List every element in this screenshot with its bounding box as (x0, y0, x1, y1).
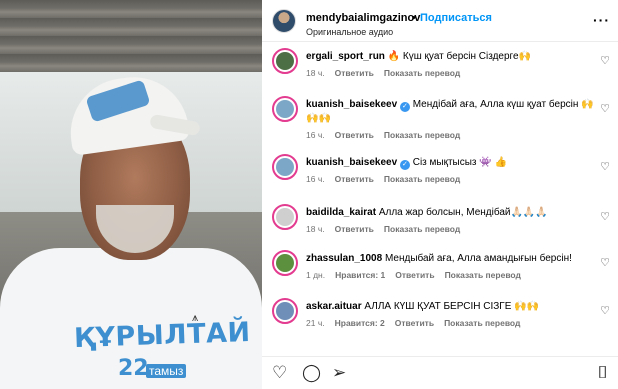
reply-button[interactable]: Ответить (335, 174, 374, 184)
shirt-print-sub: тамыз (146, 364, 187, 378)
commenter-username[interactable]: askar.aituar (306, 301, 362, 312)
reply-button[interactable]: Ответить (335, 130, 374, 140)
comment-like-icon[interactable]: ♡ (600, 160, 610, 173)
share-icon[interactable]: ➢ (332, 363, 346, 383)
header-separator: • (412, 12, 416, 24)
comment-text: zhassulan_1008 Мендыбай аға, Алла аманды… (306, 252, 594, 266)
comment-time: 18 ч. (306, 68, 325, 78)
author-avatar[interactable] (272, 9, 296, 33)
commenter-avatar[interactable] (272, 48, 298, 74)
comment-like-icon[interactable]: ♡ (600, 54, 610, 67)
comment-meta: 16 ч. Ответить Показать перевод (306, 174, 470, 184)
commenter-avatar[interactable] (272, 204, 298, 230)
comment-time: 21 ч. (306, 318, 325, 328)
comment-like-icon[interactable]: ♡ (600, 102, 610, 115)
comment-row: kuanish_baisekeev ✓ Сіз мықтысыз 👾 👍 16 ч… (262, 154, 618, 204)
comment-text: kuanish_baisekeev ✓ Сіз мықтысыз 👾 👍 (306, 156, 594, 170)
comment-body: Мендыбай аға, Алла амандығын берсін! (384, 253, 572, 264)
comment-text: ergali_sport_run 🔥 Күш қуат берсін Сізде… (306, 50, 594, 64)
audio-label[interactable]: Оригинальное аудио (306, 27, 393, 37)
show-translation-button[interactable]: Показать перевод (384, 68, 460, 78)
comment-row: baidilda_kairat Алла жар болсын, Мендіба… (262, 204, 618, 254)
avatar-image (276, 208, 294, 226)
commenter-username[interactable]: baidilda_kairat (306, 207, 376, 218)
comment-text: askar.aituar АЛЛА КҮШ ҚУАТ БЕРСІН СІЗГЕ … (306, 300, 594, 314)
bookmark-icon[interactable]: ⌷ (598, 363, 608, 383)
reply-button[interactable]: Ответить (395, 270, 434, 280)
comment-meta: 18 ч. Ответить Показать перевод (306, 68, 470, 78)
comment-like-icon[interactable]: ♡ (600, 256, 610, 269)
comment-like-icon[interactable]: ♡ (600, 304, 610, 317)
post-header: mendybaialimgazinov • Подписаться Оригин… (262, 0, 618, 42)
comment-row: zhassulan_1008 Мендыбай аға, Алла аманды… (262, 250, 618, 300)
comment-meta: 1 дн. Нравится: 1 Ответить Показать перевод (306, 270, 531, 280)
commenter-username[interactable]: kuanish_baisekeev (306, 157, 397, 168)
comment-time: 16 ч. (306, 130, 325, 140)
more-options-icon[interactable]: ··· (593, 12, 610, 28)
comment-likes[interactable]: Нравится: 2 (335, 318, 385, 328)
comment-body: 🔥 Күш қуат берсін Сіздерге🙌 (387, 51, 531, 62)
avatar-image (276, 302, 294, 320)
verified-badge-icon: ✓ (399, 160, 410, 170)
commenter-username[interactable]: kuanish_baisekeev (306, 99, 397, 110)
heart-icon[interactable]: ♡ (272, 363, 287, 383)
comment-likes[interactable]: Нравится: 1 (335, 270, 385, 280)
comment-like-icon[interactable]: ♡ (600, 210, 610, 223)
show-translation-button[interactable]: Показать перевод (384, 224, 460, 234)
show-translation-button[interactable]: Показать перевод (444, 318, 520, 328)
comment-row: kuanish_baisekeev ✓ Мендібай аға, Алла к… (262, 96, 618, 146)
post-photo[interactable]: ⩚ ҚҰРЫЛТАЙ 22 тамыз (0, 0, 262, 389)
commenter-avatar[interactable] (272, 250, 298, 276)
shirt-print-text: ҚҰРЫЛТАЙ (73, 316, 252, 355)
comment-icon[interactable]: ◯ (302, 363, 321, 383)
avatar-image (276, 158, 294, 176)
reply-button[interactable]: Ответить (335, 68, 374, 78)
comment-meta: 18 ч. Ответить Показать перевод (306, 224, 470, 234)
reply-button[interactable]: Ответить (395, 318, 434, 328)
post-actions-bar: ♡ ◯ ➢ ⌷ (262, 356, 618, 389)
commenter-avatar[interactable] (272, 298, 298, 324)
comment-time: 18 ч. (306, 224, 325, 234)
post-side-panel: mendybaialimgazinov • Подписаться Оригин… (262, 0, 618, 389)
author-username[interactable]: mendybaialimgazinov (306, 12, 420, 24)
show-translation-button[interactable]: Показать перевод (384, 130, 460, 140)
comment-text: baidilda_kairat Алла жар болсын, Мендіба… (306, 206, 594, 220)
comment-text: kuanish_baisekeev ✓ Мендібай аға, Алла к… (306, 98, 594, 126)
show-translation-button[interactable]: Показать перевод (384, 174, 460, 184)
avatar-image (276, 254, 294, 272)
comment-meta: 16 ч. Ответить Показать перевод (306, 130, 470, 140)
commenter-avatar[interactable] (272, 96, 298, 122)
comment-row: askar.aituar АЛЛА КҮШ ҚУАТ БЕРСІН СІЗГЕ … (262, 298, 618, 348)
shirt-print-number: 22 (118, 356, 149, 381)
commenter-username[interactable]: zhassulan_1008 (306, 253, 382, 264)
comment-time: 16 ч. (306, 174, 325, 184)
comment-body: Сіз мықтысыз 👾 👍 (412, 157, 507, 168)
commenter-avatar[interactable] (272, 154, 298, 180)
avatar-image (276, 100, 294, 118)
photo-ceiling (0, 0, 262, 72)
show-translation-button[interactable]: Показать перевод (445, 270, 521, 280)
comment-meta: 21 ч. Нравится: 2 Ответить Показать перевод (306, 318, 530, 328)
follow-button[interactable]: Подписаться (420, 12, 492, 24)
comment-time: 1 дн. (306, 270, 326, 280)
verified-badge-icon: ✓ (399, 102, 410, 112)
avatar-image (276, 52, 294, 70)
comment-row: ergali_sport_run 🔥 Күш қуат берсін Сізде… (262, 48, 618, 98)
commenter-username[interactable]: ergali_sport_run (306, 51, 385, 62)
comment-body: АЛЛА КҮШ ҚУАТ БЕРСІН СІЗГЕ 🙌🙌 (364, 301, 540, 312)
comment-body: Алла жар болсын, Мендібай🙏🏻🙏🏻🙏🏻 (378, 207, 548, 218)
reply-button[interactable]: Ответить (335, 224, 374, 234)
